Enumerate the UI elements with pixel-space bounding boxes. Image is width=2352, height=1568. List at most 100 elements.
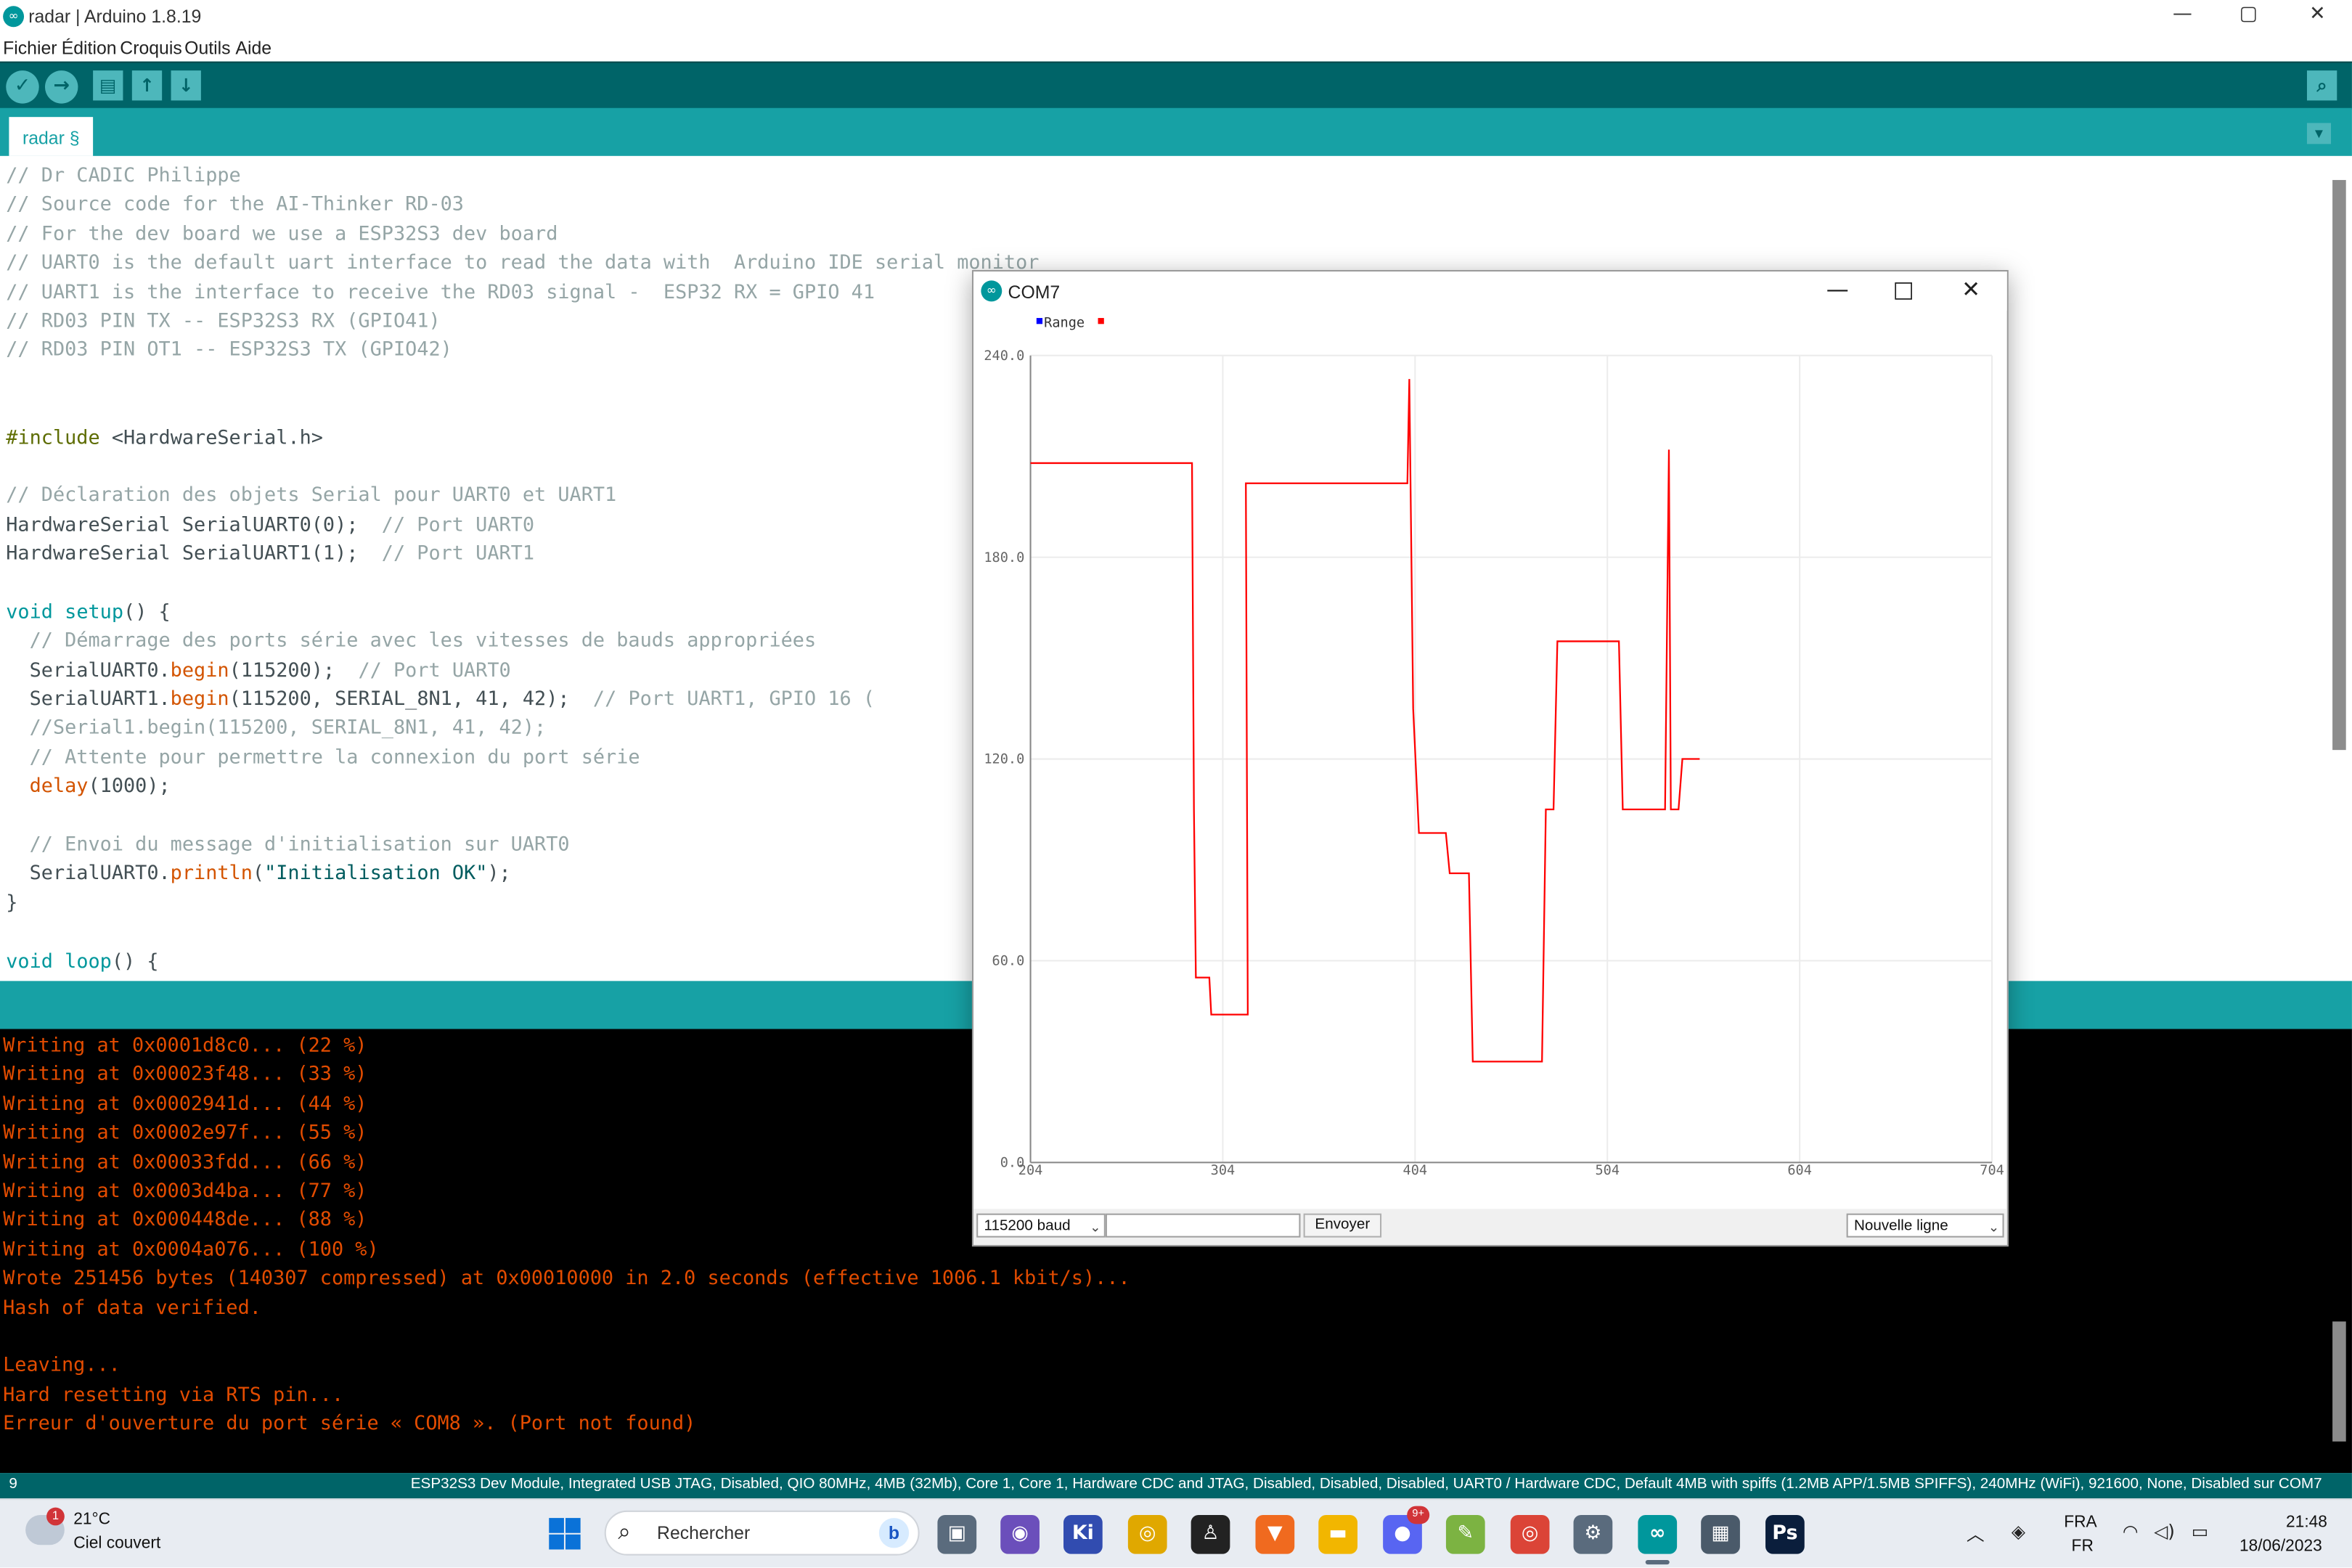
code-line[interactable]: // For the dev board we use a ESP32S3 de… (6, 220, 1039, 249)
keyboard-layout[interactable]: FR (2072, 1538, 2094, 1556)
tab-radar[interactable]: radar § (9, 117, 94, 156)
console-scrollbar[interactable] (2332, 1321, 2346, 1442)
code-token: // Démarrage des ports série avec les vi… (29, 630, 817, 653)
windows-start-icon[interactable] (549, 1518, 581, 1551)
chrome-profile-icon[interactable]: ◎ (1510, 1514, 1550, 1554)
open-icon[interactable]: ↑ (131, 70, 163, 101)
x-tick-label: 304 (1211, 1163, 1236, 1178)
maximize-button[interactable]: ▢ (2218, 3, 2279, 25)
taskbar-search[interactable]: ⌕ Rechercher b (604, 1510, 920, 1556)
code-token: // Attente pour permettre la connexion d… (29, 746, 640, 769)
code-line[interactable]: void setup() { (6, 598, 1039, 627)
code-line[interactable]: // Dr CADIC Philippe (6, 162, 1039, 191)
x-tick-label: 704 (1980, 1163, 2004, 1178)
menu-edition[interactable]: Édition (62, 38, 117, 59)
new-icon[interactable]: ▤ (93, 70, 123, 101)
arduino-icon[interactable]: ∞ (1638, 1514, 1678, 1554)
code-line[interactable]: SerialUART0.begin(115200); // Port UART0 (6, 656, 1039, 685)
send-input[interactable] (1105, 1213, 1301, 1238)
code-line[interactable]: // Déclaration des objets Serial pour UA… (6, 482, 1039, 511)
inkscape-icon[interactable]: ♙ (1191, 1514, 1230, 1554)
code-line[interactable] (6, 802, 1039, 831)
clock-time[interactable]: 21:48 (2286, 1514, 2327, 1532)
code-token: setup (65, 601, 124, 624)
menu-outils[interactable]: Outils (184, 38, 230, 59)
serial-monitor-icon[interactable]: ⌕ (2306, 70, 2337, 101)
photoshop-icon[interactable]: Ps (1765, 1514, 1805, 1554)
code-line[interactable]: // UART1 is the interface to receive the… (6, 278, 1039, 307)
menu-aide[interactable]: Aide (235, 38, 271, 59)
code-line[interactable]: } (6, 889, 1039, 918)
code-line[interactable]: //Serial1.begin(115200, SERIAL_8N1, 41, … (6, 714, 1039, 743)
network-icon[interactable]: ◈ (2012, 1521, 2025, 1542)
tray-chevron-icon[interactable]: ︿ (1967, 1521, 1985, 1546)
plotter-maximize-button[interactable]: □ (1874, 276, 1934, 303)
code-token: begin (170, 688, 229, 711)
code-line[interactable] (6, 569, 1039, 598)
code-line[interactable]: // Envoi du message d'initialisation sur… (6, 831, 1039, 860)
code-line[interactable]: HardwareSerial SerialUART1(1); // Port U… (6, 540, 1039, 569)
calculator-icon[interactable]: ▦ (1701, 1514, 1740, 1554)
baud-select[interactable]: 115200 baud ⌄ (976, 1213, 1106, 1238)
plotter-title: COM7 (1008, 282, 1061, 303)
code-line[interactable]: // Attente pour permettre la connexion d… (6, 743, 1039, 772)
y-tick-label: 180.0 (984, 550, 1024, 565)
kicad-icon[interactable]: Ki (1063, 1514, 1103, 1554)
code-line[interactable]: void loop() { (6, 947, 1039, 976)
code-line[interactable] (6, 395, 1039, 424)
code-token: // Déclaration des objets Serial pour UA… (6, 485, 617, 508)
code-token: // RD03 PIN OT1 -- ESP32S3 TX (GPIO42) (6, 339, 452, 362)
code-token: // Port UART1, GPIO 16 ( (592, 688, 875, 711)
plotter-close-button[interactable]: ✕ (1941, 276, 2001, 303)
line-ending-select[interactable]: Nouvelle ligne ⌄ (1846, 1213, 2004, 1238)
code-line[interactable]: SerialUART1.begin(115200, SERIAL_8N1, 41… (6, 685, 1039, 714)
tab-menu-icon[interactable]: ▼ (2306, 123, 2332, 144)
code-line[interactable] (6, 366, 1039, 395)
bing-icon[interactable]: b (878, 1518, 910, 1548)
code-line[interactable]: HardwareSerial SerialUART0(0); // Port U… (6, 511, 1039, 540)
weather-condition[interactable]: Ciel couvert (73, 1535, 160, 1553)
menu-croquis[interactable]: Croquis (120, 38, 181, 59)
settings-icon[interactable]: ⚙ (1573, 1514, 1613, 1554)
menu-fichier[interactable]: Fichier (3, 38, 57, 59)
code-line[interactable]: SerialUART0.println("Initialisation OK")… (6, 860, 1039, 889)
notepadpp-icon[interactable]: ✎ (1445, 1514, 1485, 1554)
video-chat-icon[interactable]: ◉ (1000, 1514, 1040, 1554)
code-line[interactable]: // RD03 PIN OT1 -- ESP32S3 TX (GPIO42) (6, 337, 1039, 366)
plotter-minimize-button[interactable]: — (1808, 276, 1868, 303)
task-view-icon[interactable]: ▣ (937, 1514, 977, 1554)
volume-icon[interactable]: ◁) (2154, 1521, 2175, 1542)
status-bar: 9 ESP32S3 Dev Module, Integrated USB JTA… (0, 1473, 2352, 1499)
upload-icon[interactable]: → (44, 70, 78, 104)
save-icon[interactable]: ↓ (171, 70, 201, 101)
editor-scrollbar[interactable] (2332, 179, 2346, 751)
code-line[interactable]: // RD03 PIN TX -- ESP32S3 RX (GPIO41) (6, 307, 1039, 336)
code-line[interactable]: // UART0 is the default uart interface t… (6, 249, 1039, 278)
clock-date[interactable]: 18/06/2023 (2239, 1538, 2322, 1556)
plotter-title-bar: ∞ COM7 — □ ✕ (973, 271, 2007, 311)
code-line[interactable]: // Source code for the AI-Thinker RD-03 (6, 191, 1039, 220)
wifi-icon[interactable]: ◠ (2123, 1521, 2139, 1542)
minimize-button[interactable]: — (2152, 3, 2213, 25)
code-line[interactable] (6, 453, 1039, 482)
console-line: Writing at 0x00023f48... (33 %) (3, 1063, 367, 1087)
language[interactable]: FRA (2064, 1514, 2096, 1532)
code-line[interactable] (6, 918, 1039, 947)
code-line[interactable]: delay(1000); (6, 773, 1039, 802)
close-button[interactable]: ✕ (2287, 3, 2348, 25)
code-line[interactable]: #include <HardwareSerial.h> (6, 424, 1039, 453)
chrome-icon[interactable]: ◎ (1127, 1514, 1167, 1554)
verify-icon[interactable]: ✓ (6, 70, 39, 104)
legend-red-marker (1098, 318, 1104, 324)
temperature[interactable]: 21°C (73, 1511, 110, 1529)
brave-icon[interactable]: ▼ (1255, 1514, 1295, 1554)
file-explorer-icon[interactable]: ▬ (1318, 1514, 1358, 1554)
send-button[interactable]: Envoyer (1303, 1213, 1382, 1238)
code-line[interactable]: // Démarrage des ports série avec les vi… (6, 627, 1039, 656)
battery-icon[interactable]: ▭ (2192, 1521, 2208, 1542)
code-text[interactable]: // Dr CADIC Philippe // Source code for t… (6, 162, 1039, 976)
code-token: begin (170, 659, 229, 682)
